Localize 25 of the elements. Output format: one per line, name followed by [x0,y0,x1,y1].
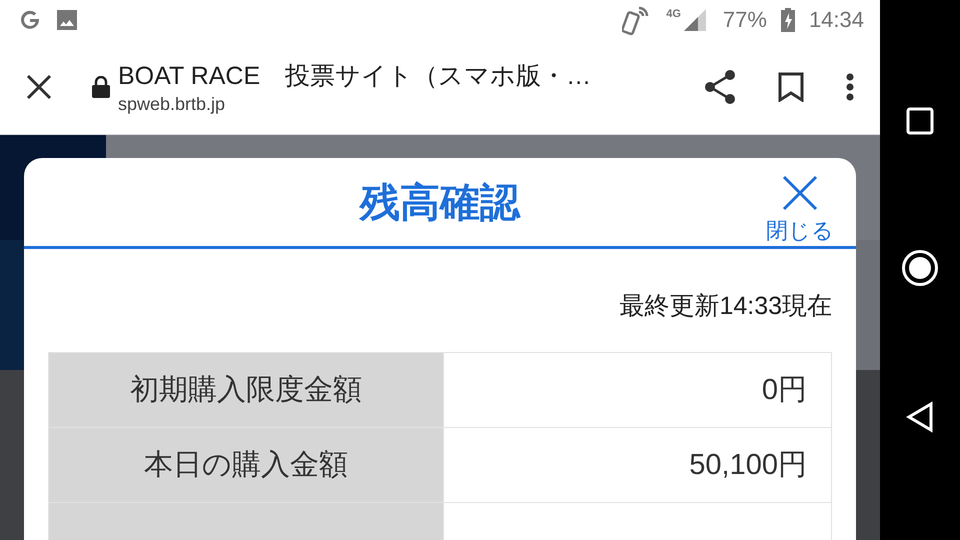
close-icon[interactable] [26,74,52,100]
more-icon[interactable] [846,73,854,101]
lock-icon [92,76,110,98]
signal-icon [682,8,709,32]
bookmark-icon[interactable] [778,72,804,102]
row-label: 本日の購入金額 [48,428,444,502]
network-type: 4G [666,8,681,20]
clock: 14:34 [808,7,864,33]
row-value: 0円 [444,352,832,428]
share-icon[interactable] [704,70,736,104]
battery-charging-icon [780,8,795,32]
page-title: BOAT RACE 投票サイト（スマホ版・… [118,61,592,92]
row-value: 50,100円 [444,428,832,502]
google-g-icon [18,8,42,32]
close-button[interactable]: 閉じる [766,174,834,246]
recents-icon[interactable] [906,107,934,135]
back-icon[interactable] [906,401,934,433]
last-updated: 最終更新14:33現在 [619,291,832,322]
battery-percent: 77% [722,7,767,33]
row-label: 初期購入限度金額 [48,352,444,428]
dialog-title: 残高確認 [360,180,520,226]
image-icon [56,9,78,31]
home-icon[interactable] [901,249,939,287]
page-url: spweb.brtb.jp [118,94,226,115]
close-icon [781,174,819,212]
